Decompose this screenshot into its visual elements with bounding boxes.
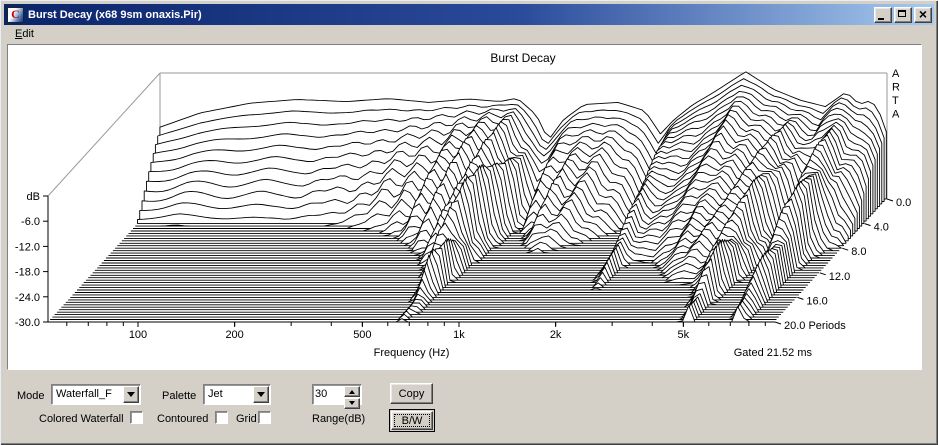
palette-dropdown-button[interactable] (253, 386, 269, 403)
maximize-icon (898, 9, 906, 17)
spin-down-button[interactable] (344, 398, 360, 409)
control-panel: Mode Waterfall_F Palette Jet Copy Colore… (4, 371, 934, 441)
svg-text:-30.0: -30.0 (15, 317, 40, 329)
colored-waterfall-checkbox[interactable] (130, 411, 143, 424)
svg-text:8.0: 8.0 (851, 246, 866, 258)
svg-text:500: 500 (353, 329, 371, 341)
contoured-checkbox[interactable] (215, 411, 228, 424)
chevron-down-icon (257, 392, 265, 401)
svg-text:-24.0: -24.0 (15, 292, 40, 304)
colored-waterfall-label: Colored Waterfall (39, 413, 124, 425)
contoured-label: Contoured (157, 413, 209, 425)
range-db-spinner (312, 384, 362, 409)
palette-combobox[interactable]: Jet (203, 384, 271, 405)
svg-text:5k: 5k (678, 329, 690, 341)
svg-text:Frequency (Hz): Frequency (Hz) (374, 347, 450, 359)
window-title: Burst Decay (x68 9sm onaxis.Pir) (28, 8, 202, 21)
svg-text:-18.0: -18.0 (15, 267, 40, 279)
grid-label: Grid (236, 413, 257, 425)
svg-text:ARTA: ARTA (892, 68, 900, 121)
copy-button[interactable]: Copy (390, 383, 433, 404)
svg-text:Gated 21.52 ms: Gated 21.52 ms (734, 347, 813, 359)
minimize-button[interactable] (874, 6, 892, 23)
svg-text:20.0 Periods: 20.0 Periods (784, 320, 846, 332)
arrow-down-icon (349, 401, 355, 408)
close-button[interactable] (914, 5, 932, 23)
menu-bar: Edit (4, 25, 934, 44)
palette-label: Palette (162, 390, 197, 402)
svg-text:dB: dB (27, 191, 40, 203)
menu-edit[interactable]: Edit (9, 26, 40, 42)
bw-button-ring: B/W (389, 409, 435, 432)
waterfall-chart: dB -6.0 -12.0 -18.0 -24.0 -30.0 100 200 500 1k 2k 5… (15, 51, 911, 359)
range-db-input[interactable] (315, 387, 343, 401)
palette-value: Jet (208, 388, 223, 400)
spin-up-button[interactable] (344, 386, 360, 397)
svg-text:1k: 1k (453, 329, 465, 341)
arta-burst-decay-window: { "window": { "title": "Burst Decay (x68… (0, 0, 938, 445)
svg-text:2k: 2k (550, 329, 562, 341)
minimize-icon (878, 17, 884, 20)
svg-text:Burst Decay: Burst Decay (490, 51, 555, 65)
grid-checkbox[interactable] (258, 411, 271, 424)
chevron-down-icon (127, 392, 135, 401)
svg-text:4.0: 4.0 (874, 222, 889, 234)
maximize-button[interactable] (894, 6, 912, 23)
caption-buttons (874, 5, 932, 23)
arta-app-icon[interactable]: C (7, 6, 24, 23)
mode-label: Mode (17, 390, 45, 402)
mode-value: Waterfall_F (56, 388, 112, 400)
svg-text:0.0: 0.0 (896, 197, 911, 209)
mode-dropdown-button[interactable] (123, 386, 139, 403)
range-db-label: Range(dB) (312, 413, 366, 425)
svg-text:12.0: 12.0 (829, 271, 850, 283)
svg-text:200: 200 (225, 329, 243, 341)
burst-decay-plot-area: dB -6.0 -12.0 -18.0 -24.0 -30.0 100 200 500 1k 2k 5… (7, 44, 922, 370)
bw-button[interactable]: B/W (391, 411, 433, 430)
svg-text:16.0: 16.0 (806, 295, 827, 307)
spinner-buttons (344, 386, 360, 409)
svg-text:-6.0: -6.0 (21, 216, 40, 228)
mode-combobox[interactable]: Waterfall_F (51, 384, 141, 405)
title-bar[interactable]: C Burst Decay (x68 9sm onaxis.Pir) (4, 4, 934, 25)
svg-text:100: 100 (129, 329, 147, 341)
arrow-up-icon (349, 387, 355, 394)
svg-text:-12.0: -12.0 (15, 241, 40, 253)
